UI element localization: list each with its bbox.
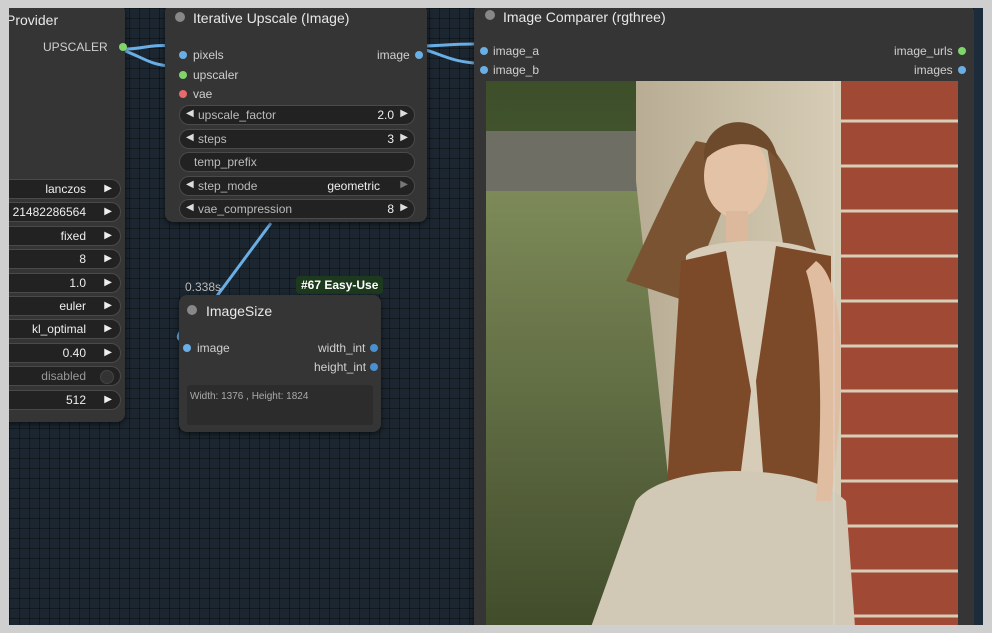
images-output-label: images (914, 63, 953, 77)
provider-widget[interactable]: disabled (9, 366, 121, 387)
toggle-switch-icon[interactable] (100, 370, 114, 385)
provider-widget[interactable]: 8 ▶ (9, 249, 121, 270)
increment-icon[interactable]: ▶ (104, 206, 112, 217)
image-size-title: ImageSize (206, 303, 273, 319)
provider-widget[interactable]: kl_optimal ▶ (9, 319, 121, 340)
right-panel-edge (974, 8, 983, 625)
image-b-input-label: image_b (493, 63, 540, 77)
upscale-factor-label: upscale_factor (198, 108, 277, 122)
vae-input-slot[interactable] (179, 90, 187, 98)
provider-widget-value: 21482286564 (12, 205, 86, 220)
provider-widget-value: 1.0 (69, 275, 86, 290)
provider-widget-value: disabled (41, 369, 86, 384)
increment-icon[interactable]: ▶ (104, 300, 112, 311)
decrement-icon[interactable]: ◀ (186, 108, 194, 119)
node-canvas[interactable]: Provider UPSCALER lanczos ▶ 21482286564 ▶ fi… (9, 8, 983, 625)
image-output-label: image (377, 48, 410, 62)
node-collapse-icon[interactable] (485, 10, 495, 20)
image-comparer-title-bar[interactable]: Image Comparer (rgthree) (474, 8, 974, 30)
provider-widget-value: lanczos (45, 182, 86, 196)
image-output-slot[interactable] (415, 51, 423, 59)
upscaler-output-slot[interactable] (119, 43, 127, 51)
increment-icon[interactable]: ▶ (104, 230, 112, 241)
step-mode-widget[interactable]: ◀ step_mode geometric ▶ (179, 176, 415, 196)
pixels-input-slot[interactable] (179, 51, 187, 59)
image-urls-output-slot[interactable] (958, 47, 966, 55)
image-b-input-slot[interactable] (480, 66, 488, 74)
provider-widgets: lanczos ▶ 21482286564 ▶ fixed ▶ 8 ▶ 1.0 ▶ euler ▶ kl… (9, 179, 129, 419)
provider-widget-value: euler (59, 299, 86, 313)
iterative-upscale-node[interactable]: Iterative Upscale (Image) pixels upscale… (165, 8, 427, 222)
steps-widget[interactable]: ◀ steps 3 ▶ (179, 129, 415, 149)
increment-icon[interactable]: ▶ (104, 183, 112, 194)
vae-compression-widget[interactable]: ◀ vae_compression 8 ▶ (179, 199, 415, 219)
comparison-image-preview[interactable] (486, 81, 958, 625)
decrement-icon[interactable]: ◀ (186, 132, 194, 143)
upscale-factor-value: 2.0 (377, 108, 394, 122)
node-collapse-icon[interactable] (175, 12, 185, 22)
step-mode-value: geometric (327, 179, 380, 193)
provider-widget[interactable]: 21482286564 ▶ (9, 202, 121, 223)
steps-value: 3 (387, 132, 394, 146)
image-input-slot[interactable] (183, 344, 191, 352)
upscaler-input-slot[interactable] (179, 71, 187, 79)
provider-node-title: Provider (9, 12, 59, 28)
previous-option-icon[interactable]: ◀ (186, 179, 194, 190)
increment-icon[interactable]: ▶ (104, 253, 112, 264)
next-option-icon[interactable]: ▶ (400, 179, 408, 190)
vae-compression-value: 8 (387, 202, 394, 216)
vae-input-label: vae (193, 87, 213, 101)
image-a-input-label: image_a (493, 44, 540, 58)
image-size-info-box: Width: 1376 , Height: 1824 (187, 385, 373, 425)
image-comparer-node[interactable]: Image Comparer (rgthree) image_a image_b… (474, 8, 974, 625)
images-output-slot[interactable] (958, 66, 966, 74)
step-mode-label: step_mode (198, 179, 258, 193)
increment-icon[interactable]: ▶ (104, 323, 112, 334)
increment-icon[interactable]: ▶ (400, 108, 408, 119)
pixels-input-label: pixels (193, 48, 224, 62)
height-int-output-slot[interactable] (370, 363, 378, 371)
upscaler-input-label: upscaler (193, 68, 239, 82)
temp-prefix-widget[interactable]: temp_prefix (179, 152, 415, 172)
image-size-info-text: Width: 1376 , Height: 1824 (190, 391, 309, 402)
provider-widget-value: fixed (60, 228, 86, 243)
iterative-upscale-title: Iterative Upscale (Image) (193, 10, 350, 26)
image-urls-output-label: image_urls (894, 44, 953, 58)
upscale-factor-widget[interactable]: ◀ upscale_factor 2.0 ▶ (179, 105, 415, 125)
iterative-upscale-title-bar[interactable]: Iterative Upscale (Image) (165, 8, 427, 30)
node-id-badge: #67 Easy-Use (296, 276, 384, 294)
provider-widget-value: 0.40 (62, 345, 86, 360)
provider-widget[interactable]: lanczos ▶ (9, 179, 121, 199)
image-size-node[interactable]: ImageSize image width_int height_int Wid… (179, 295, 381, 432)
provider-widget[interactable]: 512 ▶ (9, 389, 121, 410)
steps-label: steps (198, 132, 227, 146)
image-size-title-bar[interactable]: ImageSize (179, 295, 381, 321)
image-input-label: image (197, 341, 230, 355)
decrement-icon[interactable]: ◀ (186, 202, 194, 213)
provider-widget[interactable]: 0.40 ▶ (9, 342, 121, 363)
width-int-output-label: width_int (318, 341, 366, 355)
provider-widget[interactable]: 1.0 ▶ (9, 272, 121, 293)
increment-icon[interactable]: ▶ (400, 202, 408, 213)
provider-widget[interactable]: euler ▶ (9, 296, 121, 316)
provider-widget-value: kl_optimal (31, 322, 86, 337)
temp-prefix-label: temp_prefix (194, 155, 257, 169)
increment-icon[interactable]: ▶ (104, 347, 112, 358)
increment-icon[interactable]: ▶ (104, 277, 112, 288)
height-int-output-label: height_int (314, 360, 367, 374)
image-a-input-slot[interactable] (480, 47, 488, 55)
vae-compression-label: vae_compression (198, 202, 293, 216)
provider-widget-value: 8 (79, 252, 86, 267)
increment-icon[interactable]: ▶ (104, 394, 112, 405)
node-collapse-icon[interactable] (187, 305, 197, 315)
provider-widget-value: 512 (65, 392, 86, 407)
increment-icon[interactable]: ▶ (400, 132, 408, 143)
provider-widget[interactable]: fixed ▶ (9, 225, 121, 246)
width-int-output-slot[interactable] (370, 344, 378, 352)
upscaler-output-label: UPSCALER (43, 40, 108, 54)
image-comparer-title: Image Comparer (rgthree) (503, 9, 666, 25)
execution-time-label: 0.338s (185, 280, 222, 294)
